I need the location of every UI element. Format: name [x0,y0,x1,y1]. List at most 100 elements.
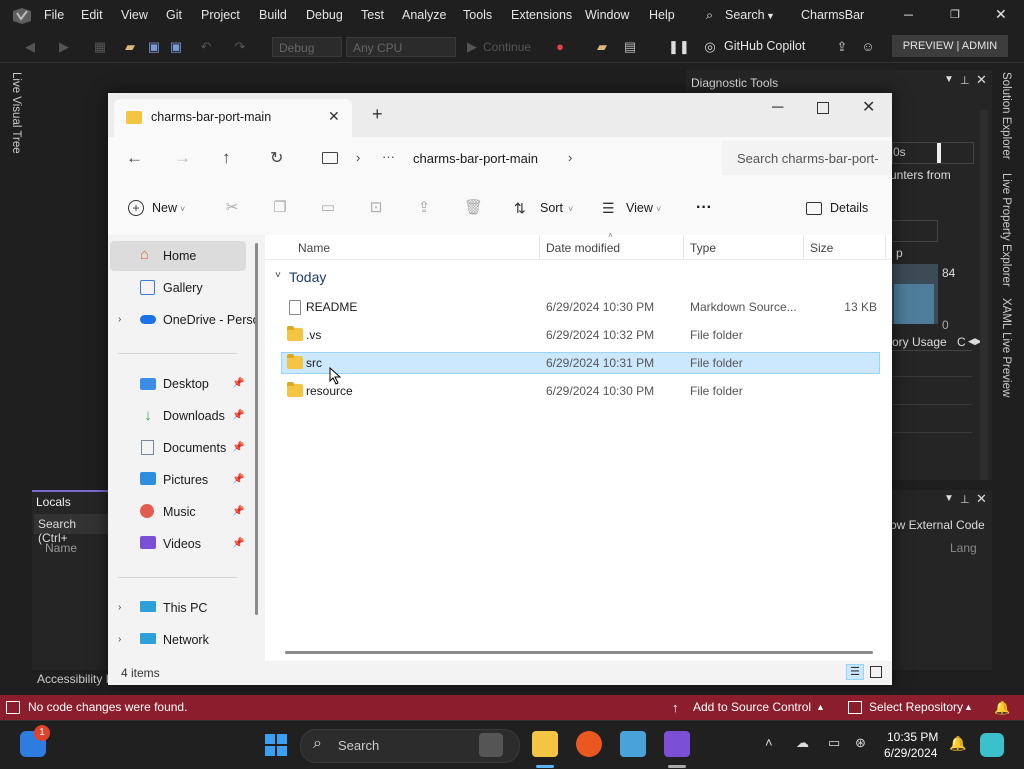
menu-debug[interactable]: Debug [306,8,343,22]
menu-git[interactable]: Git [166,8,182,22]
details-view-icon[interactable]: ☰ [846,664,864,680]
redo-icon[interactable]: ↷ [232,39,248,55]
vs-search-icon[interactable]: ⌕ [706,8,713,23]
copy-icon[interactable]: ❐ [272,200,288,216]
clock-time[interactable]: 10:35 PM [887,730,938,744]
address-box[interactable]: › ··· charms-bar-port-main › [308,141,712,175]
start-windows-icon[interactable] [265,734,287,756]
locals-menu-icon[interactable]: ▼ [944,493,954,504]
file-row-vs[interactable]: .vs 6/29/2024 10:32 PM File folder [281,324,879,346]
close-icon[interactable]: ✕ [995,6,1007,23]
nav-item-pictures[interactable]: Pictures 📌 [108,465,246,495]
nav-item-downloads[interactable]: ↓ Downloads 📌 [108,401,246,431]
folder-icon[interactable]: ▰ [594,39,610,55]
menu-edit[interactable]: Edit [81,8,103,22]
column-type[interactable]: Type [690,241,716,255]
refresh-icon[interactable]: ↻ [270,148,283,168]
message-icon[interactable] [6,701,20,714]
nav-item-videos[interactable]: Videos 📌 [108,529,246,559]
pane-close-icon[interactable]: ✕ [976,72,987,88]
new-project-icon[interactable]: ▦ [92,39,108,55]
cloud-sync-icon[interactable]: ☁ [796,735,809,751]
cpu-tab[interactable]: C [957,335,966,349]
column-date-modified[interactable]: Date modified [546,241,620,255]
explorer-tab[interactable]: charms-bar-port-main ✕ [114,99,352,137]
menu-build[interactable]: Build [259,8,287,22]
menu-file[interactable]: File [44,8,64,22]
visual-studio-icon[interactable] [664,731,690,757]
back-arrow-icon[interactable]: ← [126,148,143,168]
nav-item-music[interactable]: Music 📌 [108,497,246,527]
open-folder-icon[interactable]: ▰ [122,39,138,55]
back-nav-icon[interactable]: ◀ [22,39,38,55]
menu-analyze[interactable]: Analyze [402,8,446,22]
paste-icon[interactable]: ▭ [320,200,336,216]
clock-date[interactable]: 6/29/2024 [884,746,937,760]
menu-window[interactable]: Window [585,8,629,22]
search-input[interactable]: Search charms-bar-port- [722,141,892,175]
menu-view[interactable]: View [121,8,148,22]
group-today[interactable]: ˅ Today [273,269,373,289]
network-status-icon[interactable]: ⊛ [855,735,866,751]
menu-help[interactable]: Help [649,8,675,22]
expand-chevron-icon[interactable]: › [118,625,121,655]
pause-icon[interactable]: ❚❚ [668,39,690,55]
explorer-minimize-icon[interactable]: ─ [772,99,783,117]
nav-item-documents[interactable]: Documents 📌 [108,433,246,463]
notifications-bell-icon[interactable]: 🔔 [994,695,1010,720]
show-external-code[interactable]: ow External Code [890,518,985,532]
menu-extensions[interactable]: Extensions [511,8,572,22]
save-icon[interactable]: ▣ [146,39,162,55]
restore-icon[interactable]: ❐ [950,8,960,21]
locals-pin-icon[interactable]: ⊥ [960,493,970,506]
breadcrumb-more-icon[interactable]: ··· [382,149,395,164]
layout-icon[interactable]: ▤ [622,39,638,55]
play-icon[interactable]: ▶ [464,39,480,55]
file-row-src[interactable]: src 6/29/2024 10:31 PM File folder [281,352,880,374]
nav-item-onedrive[interactable]: › OneDrive - Perso [108,305,256,335]
live-property-explorer-tab[interactable]: Live Property Explorer [1000,173,1012,287]
column-size[interactable]: Size [810,241,833,255]
nav-item-network[interactable]: › Network [108,625,246,655]
details-button[interactable]: Details [806,181,876,235]
forward-nav-icon[interactable]: ▶ [56,39,72,55]
breadcrumb-chevron-icon[interactable]: › [356,150,360,165]
horizontal-scrollbar[interactable] [285,651,873,654]
new-tab-icon[interactable]: + [372,104,383,125]
vs-search-label[interactable]: Search [725,8,765,22]
solution-explorer-tab[interactable]: Solution Explorer [1000,72,1012,160]
locals-tab[interactable]: Locals [32,490,108,514]
save-all-icon[interactable]: ▣ [168,39,184,55]
share-icon[interactable]: ⇪ [416,200,432,216]
locals-search-input[interactable]: Search (Ctrl+ [34,514,108,545]
accessibility-tab[interactable]: Accessibility I [37,672,109,686]
platform-combo[interactable]: Any CPU [346,37,456,57]
file-row-readme[interactable]: README 6/29/2024 10:30 PM Markdown Sourc… [281,296,879,318]
nav-item-this-pc[interactable]: › This PC [108,593,246,623]
nav-scrollbar[interactable] [255,243,258,615]
pane-menu-icon[interactable]: ▼ [944,74,954,85]
menu-project[interactable]: Project [201,8,240,22]
notification-bell-icon[interactable]: 🔔 [949,735,966,752]
expand-chevron-icon[interactable]: › [118,593,121,623]
config-combo[interactable]: Debug [272,37,342,57]
copilot-label[interactable]: GitHub Copilot [724,39,805,53]
hot-reload-icon[interactable]: ● [552,39,568,55]
large-icons-view-icon[interactable] [870,666,882,678]
undo-icon[interactable]: ↶ [198,39,214,55]
menu-test[interactable]: Test [361,8,384,22]
pin-icon[interactable]: ⊥ [960,74,970,87]
delete-icon[interactable]: 🗑 [464,200,483,216]
rename-icon[interactable]: ⊡ [368,200,384,216]
copilot-taskbar-icon[interactable] [980,733,1004,757]
pin-icon[interactable]: 📌 [232,497,244,527]
continue-label[interactable]: Continue [483,40,531,54]
new-button[interactable]: + New ˅ [128,181,198,235]
pin-icon[interactable]: 📌 [232,465,244,495]
breadcrumb-current[interactable]: charms-bar-port-main [413,151,538,166]
nav-item-desktop[interactable]: Desktop 📌 [108,369,246,399]
tab-close-icon[interactable]: ✕ [328,108,340,125]
memory-usage-tab[interactable]: ory Usage [892,335,947,349]
live-visual-tree-tab[interactable]: Live Visual Tree [10,72,22,154]
file-row-resource[interactable]: resource 6/29/2024 10:30 PM File folder [281,380,879,402]
